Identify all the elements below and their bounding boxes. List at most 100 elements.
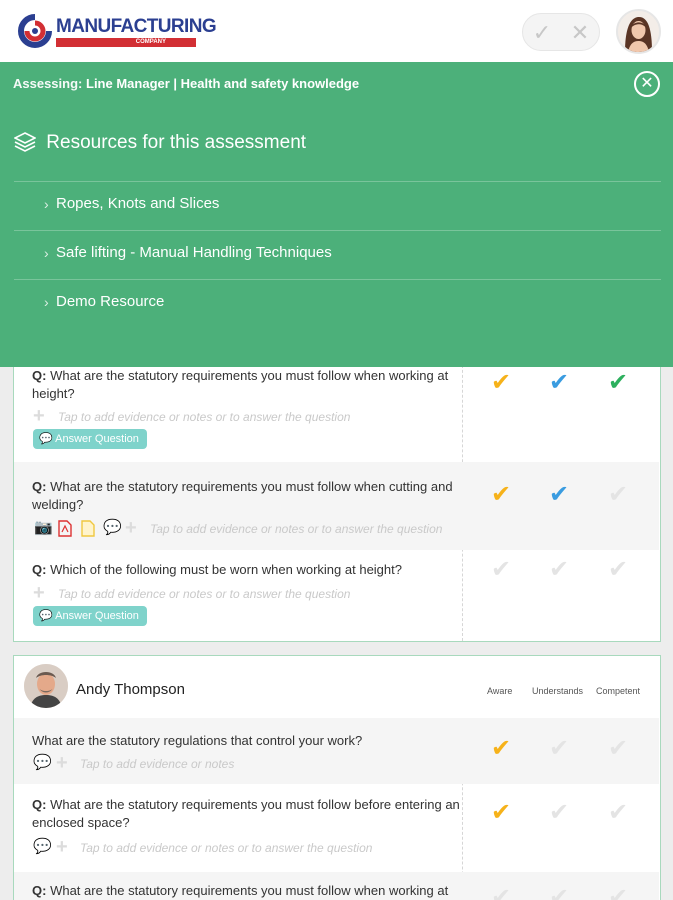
rating-competent-check[interactable]: ✔ [608, 483, 628, 507]
question-row[interactable]: Q: What are the statutory requirements y… [14, 360, 659, 462]
rating-competent-check[interactable]: ✔ [608, 558, 628, 582]
question-row[interactable]: Q: What are the statutory requirements y… [14, 784, 659, 872]
evidence-hint[interactable]: Tap to add evidence or notes or to answe… [80, 841, 372, 855]
close-circle-icon[interactable]: ✕ [634, 71, 660, 97]
man-portrait-icon [24, 664, 68, 708]
rating-understands-check[interactable]: ✔ [549, 558, 569, 582]
rating-competent-check[interactable]: ✔ [608, 737, 628, 761]
chevron-right-icon: › [44, 294, 49, 310]
add-evidence-icon[interactable]: + [125, 518, 137, 538]
column-header-aware: Aware [487, 686, 513, 696]
question-text: Q: What are the statutory requirements y… [32, 367, 472, 403]
chevron-right-icon: › [44, 196, 49, 212]
document-icon[interactable] [81, 520, 95, 541]
question-text: Q: What are the statutory requirements y… [32, 478, 472, 514]
approval-controls: ✓ ✕ [522, 13, 600, 51]
question-text: Q: What are the statutory requirements y… [32, 796, 472, 832]
evidence-hint[interactable]: Tap to add evidence or notes or to answe… [58, 410, 350, 424]
resources-panel: Assessing: Line Manager | Health and saf… [0, 62, 673, 367]
rating-aware-check[interactable]: ✔ [491, 886, 511, 900]
rating-understands-check[interactable]: ✔ [549, 371, 569, 395]
question-row[interactable]: Q: Which of the following must be worn w… [14, 550, 659, 642]
question-text: Q: What are the statutory requirements y… [32, 882, 472, 900]
rating-aware-check[interactable]: ✔ [491, 801, 511, 825]
rating-understands-check[interactable]: ✔ [549, 886, 569, 900]
rating-aware-check[interactable]: ✔ [491, 558, 511, 582]
answer-question-button[interactable]: 💬 Answer Question [33, 606, 147, 626]
column-header-competent: Competent [596, 686, 641, 696]
comment-icon[interactable]: 💬 [33, 839, 52, 855]
question-prefix: Q: [32, 883, 47, 898]
question-prefix: Q: [32, 797, 47, 812]
logo-swirl-icon [18, 14, 52, 48]
question-text: Q: Which of the following must be worn w… [32, 561, 472, 579]
assessment-card: Q: What are the statutory requirements y… [13, 360, 661, 642]
pdf-file-icon[interactable] [58, 520, 72, 541]
resources-title: Resources for this assessment [46, 132, 307, 153]
person-name: Andy Thompson [76, 681, 185, 698]
question-row[interactable]: Q: What are the statutory requirements y… [14, 462, 659, 550]
answer-question-label: Answer Question [55, 433, 139, 445]
close-icon[interactable]: ✕ [569, 22, 591, 44]
assessing-value: Line Manager | Health and safety knowled… [86, 76, 360, 91]
add-evidence-icon[interactable]: + [33, 583, 45, 603]
speech-bubble-icon: 💬 [39, 433, 53, 445]
user-avatar[interactable] [616, 9, 661, 54]
camera-icon[interactable]: 📷 [34, 520, 53, 536]
add-evidence-icon[interactable]: + [33, 406, 45, 426]
resource-label: Ropes, Knots and Slices [56, 195, 220, 212]
resources-heading: Resources for this assessment [13, 132, 307, 158]
column-header-understands: Understands [532, 686, 584, 696]
rating-understands-check[interactable]: ✔ [549, 483, 569, 507]
person-header: Andy Thompson Aware Understands Competen… [14, 656, 659, 718]
resource-item[interactable]: › Demo Resource [14, 279, 661, 328]
evidence-hint[interactable]: Tap to add evidence or notes [80, 757, 234, 771]
question-prefix: Q: [32, 562, 47, 577]
question-row[interactable]: Q: What are the statutory requirements y… [14, 872, 659, 900]
rating-competent-check[interactable]: ✔ [608, 886, 628, 900]
rating-understands-check[interactable]: ✔ [549, 801, 569, 825]
answer-question-button[interactable]: 💬 Answer Question [33, 429, 147, 449]
logo-text: MANUFACTURING [56, 16, 217, 37]
person-assessment-card: Andy Thompson Aware Understands Competen… [13, 655, 661, 900]
answer-question-label: Answer Question [55, 610, 139, 622]
question-body: Which of the following must be worn when… [50, 562, 402, 577]
assessing-header: Assessing: Line Manager | Health and saf… [13, 76, 359, 91]
question-body: What are the statutory requirements you … [50, 883, 449, 898]
question-prefix: Q: [32, 368, 47, 383]
add-evidence-icon[interactable]: + [56, 753, 68, 773]
chevron-right-icon: › [44, 245, 49, 261]
question-body: What are the statutory requirements you … [32, 368, 449, 401]
comment-icon[interactable]: 💬 [103, 520, 122, 536]
question-body: What are the statutory requirements you … [32, 479, 453, 512]
company-logo: MANUFACTURING COMPANY [16, 14, 217, 48]
app-header: MANUFACTURING COMPANY ✓ ✕ [0, 0, 673, 62]
resource-label: Demo Resource [56, 293, 165, 310]
assessing-label: Assessing: [13, 76, 83, 91]
resource-item[interactable]: › Safe lifting - Manual Handling Techniq… [14, 230, 661, 279]
add-evidence-icon[interactable]: + [56, 837, 68, 857]
question-prefix: Q: [32, 479, 47, 494]
rating-competent-check[interactable]: ✔ [608, 371, 628, 395]
comment-icon[interactable]: 💬 [33, 755, 52, 771]
logo-subtext: COMPANY [56, 38, 196, 47]
rating-aware-check[interactable]: ✔ [491, 737, 511, 761]
rating-competent-check[interactable]: ✔ [608, 801, 628, 825]
person-avatar[interactable] [24, 664, 68, 708]
speech-bubble-icon: 💬 [39, 610, 53, 622]
rating-aware-check[interactable]: ✔ [491, 483, 511, 507]
evidence-hint[interactable]: Tap to add evidence or notes or to answe… [150, 522, 442, 536]
woman-portrait-icon [618, 11, 659, 52]
layers-icon [13, 132, 37, 158]
resource-label: Safe lifting - Manual Handling Technique… [56, 244, 332, 261]
question-body: What are the statutory requirements you … [32, 797, 460, 830]
question-text: What are the statutory regulations that … [32, 732, 472, 750]
resource-item[interactable]: › Ropes, Knots and Slices [14, 181, 661, 230]
resources-list: › Ropes, Knots and Slices › Safe lifting… [14, 181, 661, 328]
question-row[interactable]: What are the statutory regulations that … [14, 718, 659, 784]
rating-aware-check[interactable]: ✔ [491, 371, 511, 395]
evidence-hint[interactable]: Tap to add evidence or notes or to answe… [58, 587, 350, 601]
rating-understands-check[interactable]: ✔ [549, 737, 569, 761]
check-icon[interactable]: ✓ [531, 22, 553, 44]
question-body: What are the statutory regulations that … [32, 733, 363, 748]
